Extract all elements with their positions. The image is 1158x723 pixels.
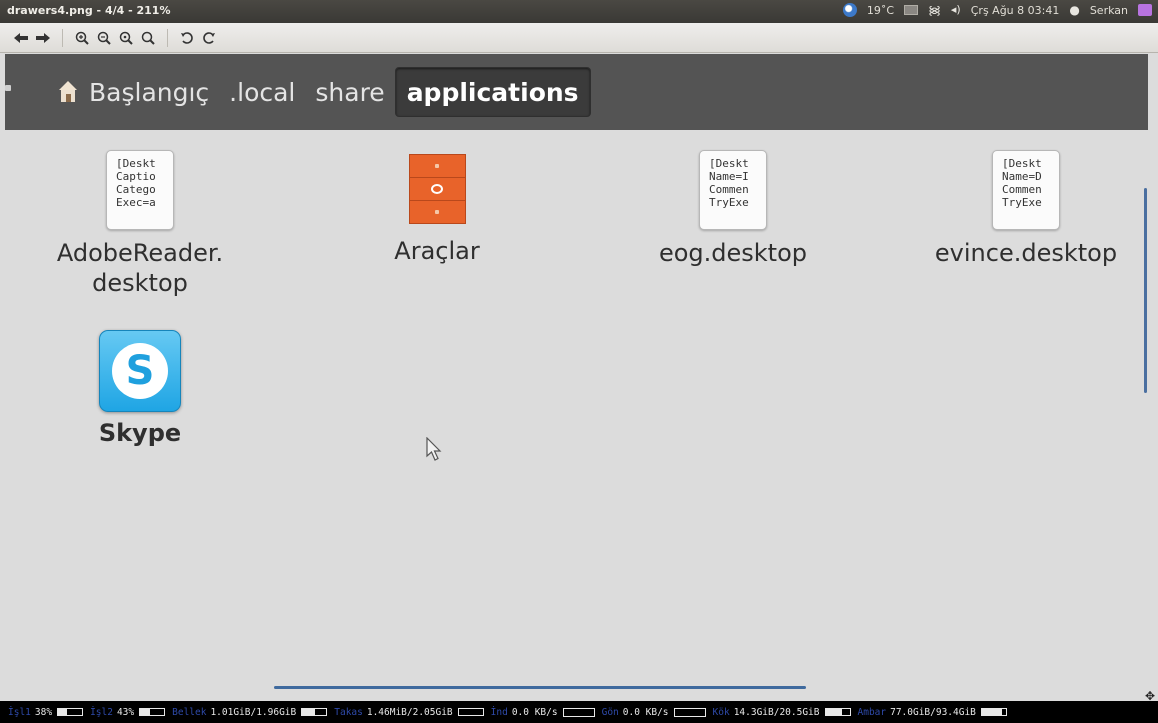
preview-line: Commen: [1002, 183, 1042, 196]
preview-line: Name=D: [1002, 170, 1042, 183]
image-canvas[interactable]: Başlangıç .local share applications [Des…: [5, 54, 1148, 701]
mail-icon[interactable]: [904, 5, 919, 15]
zoom-out-icon[interactable]: [93, 27, 115, 49]
mouse-pointer-icon: [426, 437, 442, 461]
zoom-fit-icon[interactable]: [137, 27, 159, 49]
drawers-folder-icon: [408, 154, 466, 224]
window-title: drawers4.png - 4/4 - 211%: [7, 4, 171, 17]
cpu1-meter: [57, 708, 84, 716]
preview-line: Catego: [116, 183, 156, 196]
file-label: Skype: [98, 419, 182, 447]
upload-graph: [673, 707, 706, 717]
path-scroll-handle[interactable]: [5, 85, 11, 91]
breadcrumb-applications[interactable]: applications: [394, 67, 591, 117]
upload-value: 0.0 KB/s: [622, 706, 669, 718]
file-label: Araçlar: [394, 237, 480, 265]
memory-label: Bellek: [172, 706, 207, 718]
file-item-evince[interactable]: [Deskt Name=D Commen TryExe evince.deskt…: [926, 150, 1126, 268]
memory-value: 1.01GiB/1.96GiB: [210, 706, 297, 718]
back-arrow-icon[interactable]: [10, 27, 32, 49]
preview-line: Name=I: [709, 170, 749, 183]
screen: drawers4.png - 4/4 - 211% 19˚C ᯼ ◂) Çrş …: [0, 0, 1158, 723]
system-monitor-bar: İşl1 38% İşl2 43% Bellek 1.01GiB/1.96GiB…: [0, 701, 1158, 723]
preview-line: Captio: [116, 170, 156, 183]
cpu1-value: 38%: [34, 706, 53, 718]
root-disk-value: 14.3GiB/20.5GiB: [733, 706, 820, 718]
volume-icon[interactable]: ◂): [951, 3, 961, 17]
preview-line: TryExe: [709, 196, 749, 209]
zoom-normal-icon[interactable]: [115, 27, 137, 49]
skype-glyph: S: [112, 343, 168, 399]
storage-disk-label: Ambar: [857, 706, 887, 718]
swap-meter: [457, 708, 484, 716]
window-edge: [1148, 54, 1158, 701]
file-item-eog[interactable]: [Deskt Name=I Commen TryExe eog.desktop: [633, 150, 833, 268]
clock-text[interactable]: Çrş Ağu 8 03:41: [971, 4, 1060, 17]
root-disk-label: Kök: [712, 706, 730, 718]
preview-line: [Deskt: [116, 157, 156, 170]
preview-line: Exec=a: [116, 196, 156, 209]
file-label: eog.desktop: [658, 239, 808, 267]
preview-line: [Deskt: [709, 157, 749, 170]
rotate-right-icon[interactable]: [198, 27, 220, 49]
file-label: evince.desktop: [934, 239, 1118, 267]
rotate-left-icon[interactable]: [176, 27, 198, 49]
swap-label: Takas: [334, 706, 363, 718]
cpu1-label: İşl1: [8, 706, 31, 718]
preview-line: TryExe: [1002, 196, 1042, 209]
toolbar-divider: [167, 28, 168, 47]
zoom-in-icon[interactable]: [71, 27, 93, 49]
text-document-icon: [Deskt Name=D Commen TryExe: [992, 150, 1060, 230]
skype-icon: S: [99, 330, 181, 412]
weather-icon[interactable]: [842, 3, 857, 17]
download-graph: [562, 707, 595, 717]
memory-meter: [301, 708, 328, 716]
breadcrumb-local[interactable]: .local: [219, 78, 305, 107]
text-document-icon: [Deskt Name=I Commen TryExe: [699, 150, 767, 230]
upload-label: Gön: [601, 706, 619, 718]
preview-line: Commen: [709, 183, 749, 196]
cpu2-label: İşl2: [90, 706, 113, 718]
wifi-icon[interactable]: ᯼: [928, 3, 941, 17]
forward-arrow-icon[interactable]: [32, 27, 54, 49]
download-label: İnd: [490, 706, 508, 718]
root-disk-meter: [824, 708, 851, 716]
scrollbar-thumb[interactable]: [1144, 188, 1147, 393]
text-document-icon: [Deskt Captio Catego Exec=a: [106, 150, 174, 230]
horizontal-scroll-indicator[interactable]: [274, 686, 806, 689]
breadcrumb-home-label: Başlangıç: [89, 77, 210, 107]
storage-disk-value: 77.0GiB/93.4GiB: [890, 706, 976, 718]
file-item-skype[interactable]: S Skype: [73, 330, 207, 448]
breadcrumb-home[interactable]: Başlangıç: [47, 78, 219, 107]
download-value: 0.0 KB/s: [511, 706, 558, 718]
storage-disk-meter: [980, 708, 1007, 716]
temperature-text[interactable]: 19˚C: [867, 4, 894, 17]
breadcrumb-share[interactable]: share: [305, 78, 394, 107]
home-icon: [57, 81, 79, 103]
file-item-adobereader[interactable]: [Deskt Captio Catego Exec=a AdobeReader.…: [45, 150, 235, 298]
location-bar: Başlangıç .local share applications: [5, 54, 1148, 130]
file-label: AdobeReader. desktop: [56, 239, 224, 297]
toolbar: [0, 23, 1158, 53]
user-name[interactable]: Serkan: [1090, 4, 1128, 17]
swap-value: 1.46MiB/2.05GiB: [366, 706, 453, 718]
user-icon: ●: [1069, 3, 1080, 17]
top-panel: drawers4.png - 4/4 - 211% 19˚C ᯼ ◂) Çrş …: [0, 0, 1158, 23]
file-item-araclar[interactable]: Araçlar: [362, 154, 512, 266]
cpu2-value: 43%: [116, 706, 135, 718]
toolbar-divider: [62, 28, 63, 47]
system-tray: 19˚C ᯼ ◂) Çrş Ağu 8 03:41 ● Serkan: [842, 3, 1152, 17]
cpu2-meter: [139, 708, 166, 716]
session-menu-icon[interactable]: [1138, 4, 1152, 16]
preview-line: [Deskt: [1002, 157, 1042, 170]
